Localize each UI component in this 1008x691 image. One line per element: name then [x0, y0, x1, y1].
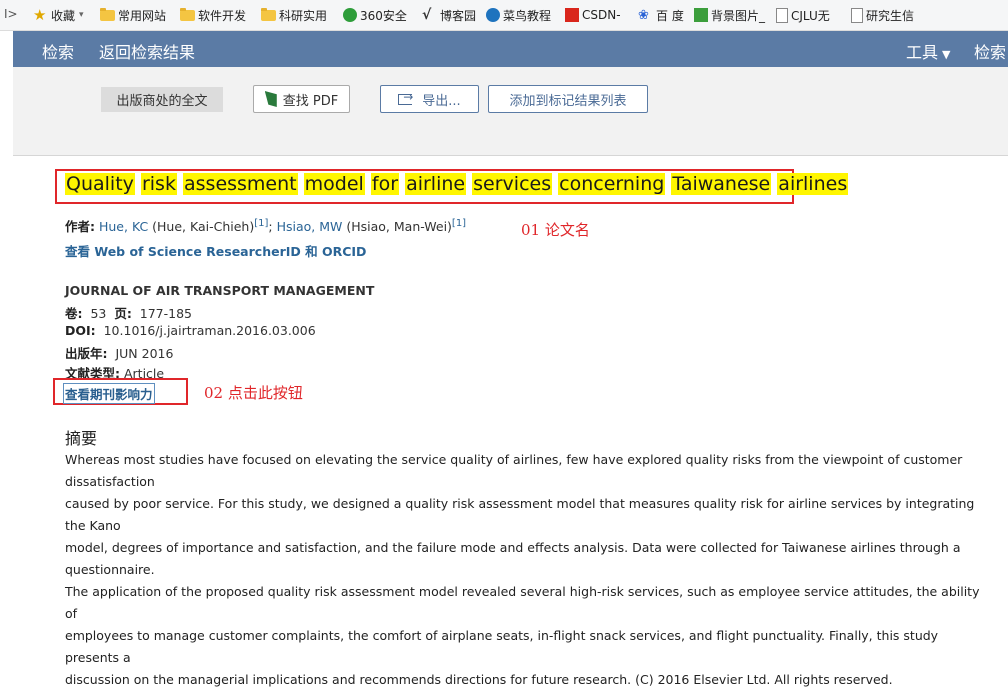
publisher-fulltext-button[interactable]: 出版商处的全文 [101, 87, 223, 112]
top-nav-bar: 检索 返回检索结果 工具 ▼ 检索 [13, 31, 1008, 67]
annotation-click-label: 02 点击此按钮 [204, 384, 303, 402]
bookmark-grad-info[interactable]: 研究生信 [851, 6, 914, 24]
abstract-line: employees to manage customer complaints,… [65, 628, 939, 665]
bookmark-cnblogs[interactable]: √ 博客园 [422, 6, 476, 24]
nav-search-link[interactable]: 检索 [42, 39, 74, 63]
pdf-icon [264, 91, 277, 107]
runoob-icon [486, 8, 500, 22]
bookmark-baidu[interactable]: ❀ 百 度 [638, 6, 684, 24]
authors-line: 作者: Hue, KC (Hue, Kai-Chieh)[1]; Hsiao, … [65, 217, 467, 234]
bookmark-favorites[interactable]: ★ 收藏 ▾ [33, 6, 84, 24]
bookmark-folder-dev[interactable]: 软件开发 [180, 6, 246, 24]
bookmark-folder-research[interactable]: 科研实用 [261, 6, 327, 24]
nav-tools-menu[interactable]: 工具 ▼ [906, 39, 950, 63]
nav-search-right-link[interactable]: 检索 [974, 39, 1006, 63]
authors-label: 作者: [65, 219, 95, 234]
abstract-text: Whereas most studies have focused on ele… [65, 449, 985, 691]
find-pdf-button[interactable]: 查找 PDF [253, 85, 350, 113]
image-site-icon [694, 8, 708, 22]
cnblogs-icon: √ [422, 6, 432, 23]
journal-impact-link[interactable]: 查看期刊影响力 [63, 383, 155, 404]
sidebar-toggle-icon[interactable]: I> [4, 7, 18, 21]
volume-pages-line: 卷: 53 页: 177-185 [65, 306, 192, 321]
nav-back-to-results-link[interactable]: 返回检索结果 [99, 39, 195, 63]
abstract-line: discussion on the managerial implication… [65, 672, 893, 687]
author-link-hsiao[interactable]: Hsiao, MW [277, 219, 343, 234]
journal-name: JOURNAL OF AIR TRANSPORT MANAGEMENT [65, 283, 375, 298]
record-toolbar: 出版商处的全文 查找 PDF 导出... 添加到标记结果列表 [13, 67, 1008, 156]
folder-icon [100, 7, 115, 21]
folder-icon [180, 7, 195, 21]
pubdate-line: 出版年: JUN 2016 [65, 346, 174, 361]
abstract-line: model, degrees of importance and satisfa… [65, 540, 961, 577]
author-link-hue[interactable]: Hue, KC [99, 219, 148, 234]
360-icon [343, 8, 357, 22]
researcher-id-link[interactable]: 查看 Web of Science ResearcherID 和 ORCID [65, 241, 366, 260]
page-icon [776, 7, 788, 23]
paper-title: Quality risk assessment model for airlin… [65, 173, 849, 195]
abstract-line: Whereas most studies have focused on ele… [65, 452, 963, 489]
export-button[interactable]: 导出... [380, 85, 479, 113]
folder-icon [261, 7, 276, 21]
author-affiliation-ref[interactable]: [1] [254, 218, 268, 229]
author-fullname: (Hue, Kai-Chieh) [148, 219, 255, 234]
add-to-marked-list-button[interactable]: 添加到标记结果列表 [488, 85, 648, 113]
bookmark-folder-common[interactable]: 常用网站 [100, 6, 166, 24]
caret-down-icon: ▼ [942, 48, 951, 61]
bookmark-360[interactable]: 360安全 [343, 6, 407, 24]
bookmark-cjlu[interactable]: CJLU无 [776, 6, 830, 24]
chevron-down-icon: ▾ [79, 10, 84, 20]
abstract-heading: 摘要 [65, 429, 98, 448]
baidu-icon: ❀ [638, 7, 649, 23]
bookmarks-bar: I> ★ 收藏 ▾ 常用网站 软件开发 科研实用 360安全 √ 博客园 菜鸟教… [0, 0, 1008, 31]
doi-line: DOI: 10.1016/j.jairtraman.2016.03.006 [65, 323, 316, 338]
csdn-icon [565, 8, 579, 22]
export-icon [398, 90, 413, 105]
bookmark-csdn[interactable]: CSDN- [565, 6, 621, 24]
bookmark-runoob[interactable]: 菜鸟教程 [486, 6, 551, 24]
page-icon [851, 7, 863, 23]
annotation-title-label: 01 论文名 [521, 221, 590, 239]
author-fullname: (Hsiao, Man-Wei) [342, 219, 452, 234]
abstract-line: The application of the proposed quality … [65, 584, 980, 621]
bookmark-bg-images[interactable]: 背景图片_ [694, 6, 765, 24]
abstract-line: caused by poor service. For this study, … [65, 496, 975, 533]
author-affiliation-ref[interactable]: [1] [452, 218, 466, 229]
star-icon: ★ [33, 5, 47, 24]
